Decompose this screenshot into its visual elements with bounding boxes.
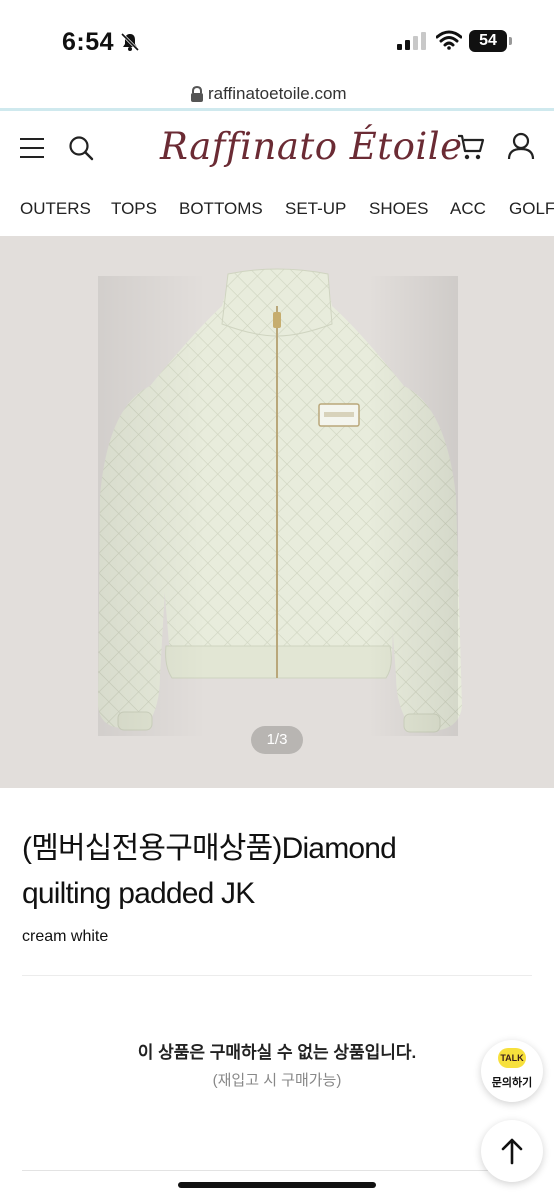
- silent-bell-icon: [120, 32, 140, 52]
- search-icon[interactable]: [68, 135, 94, 161]
- status-time: 6:54: [62, 28, 115, 56]
- lock-icon: [191, 86, 203, 102]
- category-acc[interactable]: ACC: [450, 199, 486, 219]
- user-account-icon[interactable]: [507, 132, 535, 160]
- category-outers[interactable]: OUTERS: [20, 199, 91, 219]
- product-title-line-2: quilting padded JK: [22, 877, 255, 910]
- wifi-icon: [436, 30, 462, 50]
- status-bar: 6:54 54: [0, 0, 554, 80]
- category-bottoms[interactable]: BOTTOMS: [179, 199, 263, 219]
- bottom-divider: [22, 1170, 532, 1171]
- product-title-line-1: (멤버십전용구매상품)Diamond: [22, 832, 397, 865]
- talk-label: 문의하기: [491, 1077, 533, 1089]
- category-tops[interactable]: TOPS: [111, 199, 157, 219]
- browser-url[interactable]: raffinatoetoile.com: [208, 84, 347, 104]
- battery-tip: [509, 37, 512, 45]
- kakao-talk-inquiry-button[interactable]: TALK 문의하기: [481, 1040, 543, 1102]
- category-shoes[interactable]: SHOES: [369, 199, 429, 219]
- restock-note: (재입고 시 구매가능): [212, 1072, 342, 1089]
- category-set-up[interactable]: SET-UP: [285, 199, 346, 219]
- scroll-to-top-button[interactable]: [481, 1120, 543, 1182]
- browser-address-bar[interactable]: raffinatoetoile.com: [0, 80, 554, 108]
- cellular-signal-icon: [397, 32, 426, 50]
- product-color-option: cream white: [22, 928, 109, 945]
- product-image-gallery[interactable]: [0, 236, 554, 788]
- hamburger-menu-icon[interactable]: [20, 137, 44, 159]
- site-header: Raffinato Étoile: [0, 111, 554, 187]
- section-divider: [22, 975, 532, 976]
- battery-level: 54: [469, 30, 507, 52]
- category-nav: OUTERS TOPS BOTTOMS SET-UP SHOES ACC GOL…: [0, 187, 554, 231]
- category-golf[interactable]: GOLF: [509, 199, 554, 219]
- cart-icon[interactable]: [457, 133, 485, 161]
- home-indicator: [178, 1182, 376, 1188]
- product-jacket-image: [98, 268, 462, 736]
- brand-logo[interactable]: Raffinato Étoile: [160, 125, 462, 175]
- gallery-page-indicator: 1/3: [251, 726, 303, 754]
- purchase-unavailable-message: 이 상품은 구매하실 수 없는 상품입니다.: [137, 1043, 417, 1062]
- talk-badge: TALK: [498, 1048, 526, 1068]
- arrow-up-icon: [501, 1138, 523, 1165]
- product-title: (멤버십전용구매상품)Diamond quilting padded JK: [22, 826, 522, 916]
